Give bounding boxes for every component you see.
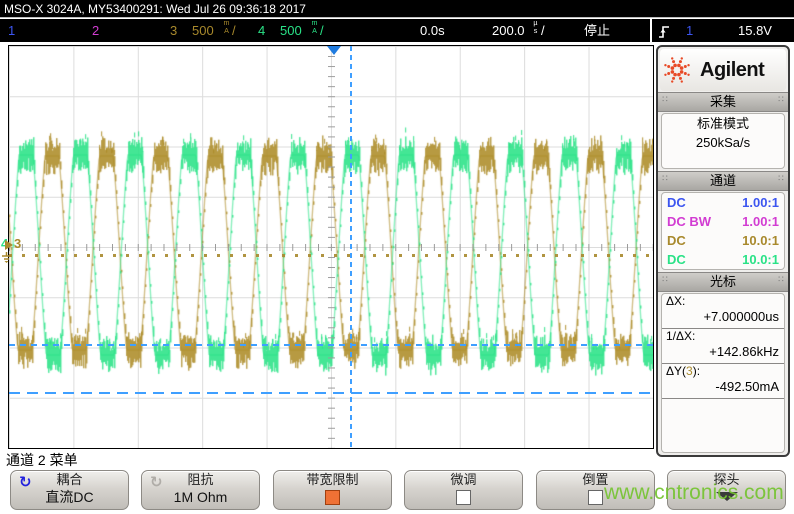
info-panel: Agilent ∷ 采集 ∷ 标准模式 250kSa/s ∷ 通道 ∷ DC1.… [656,45,790,457]
section-header-channels[interactable]: ∷ 通道 ∷ [658,171,788,191]
softkey-fine-adjust[interactable]: 微调 [404,470,523,510]
channel4-slash: / [320,19,324,42]
channel2-info-row: DC BW1.00:1 [662,212,784,231]
channel1-badge[interactable]: 1 [8,19,15,42]
x-cursor-line[interactable] [350,46,352,448]
channels-box: DC1.00:1 DC BW1.00:1 DC10.0:1 DC10.0:1 [661,192,785,270]
trigger-source: 1 [686,19,693,42]
channel4-badge[interactable]: 4 [258,19,265,42]
timebase-value[interactable]: 200.0 [492,19,525,42]
waveform-display: 4 3 [8,45,654,449]
y1-cursor-line[interactable] [9,344,653,346]
cursors-box: ΔX: +7.000000us 1/ΔX: +142.86kHz ΔY(3): … [661,293,785,453]
channel3-info-row: DC10.0:1 [662,231,784,250]
channel3-slash: / [232,19,236,42]
sample-rate: 250kSa/s [662,133,784,152]
softkey-bandwidth-limit[interactable]: 带宽限制 [273,470,392,510]
grip-icon: ∷ [661,276,669,288]
checkbox-unchecked-icon [456,490,471,505]
section-title: 采集 [710,94,736,109]
status-bar: 1 2 3 500 mA / 4 500 mA / 0.0s 200.0 µs … [0,19,794,42]
trigger-edge-icon [658,23,670,46]
channel3-ground-dotted-line [9,254,653,257]
status-divider [650,19,652,42]
cursor-dy-value: -492.50mA [662,379,784,399]
section-header-acquisition[interactable]: ∷ 采集 ∷ [658,92,788,112]
channel4-unit: mA [310,19,319,35]
channel3-unit: mA [222,19,231,35]
section-title: 光标 [710,274,736,289]
cursor-dx-value: +7.000000us [662,309,784,329]
channel3-ground-marker[interactable]: 3 [14,236,21,251]
channel2-badge[interactable]: 2 [92,19,99,42]
channel3-ground-arrow-icon [5,240,13,250]
menu-title: 通道 2 菜单 [6,450,78,470]
cursor-dy-label: ΔY(3): [662,364,784,379]
cycle-icon: ↻ [150,473,163,491]
acquisition-box: 标准模式 250kSa/s [661,113,785,169]
softkey-coupling[interactable]: ↻ 耦合 直流DC [10,470,129,510]
section-header-cursors[interactable]: ∷ 光标 ∷ [658,272,788,292]
run-state[interactable]: 停止 [584,19,610,42]
center-vertical-ticks [328,46,335,448]
trigger-position-marker[interactable] [327,46,341,55]
grip-icon: ∷ [661,96,669,108]
channel4-info-row: DC10.0:1 [662,250,784,269]
brand-logo: Agilent [660,49,786,91]
acquisition-mode: 标准模式 [662,114,784,133]
section-title: 通道 [710,173,736,188]
time-reference: 0.0s [420,19,445,42]
grip-icon: ∷ [777,276,785,288]
channel1-info-row: DC1.00:1 [662,193,784,212]
title-bar: MSO-X 3024A, MY53400291: Wed Jul 26 09:3… [0,0,794,18]
timebase-unit: µs [531,19,540,35]
cursor-dx-label: ΔX: [662,294,784,309]
ground-symbol-icon [1,250,12,268]
trigger-level: 15.8V [738,19,772,42]
softkey-label: 微调 [405,471,522,488]
cycle-icon: ↻ [19,473,32,491]
timebase-slash: / [541,19,545,42]
cursor-1dx-value: +142.86kHz [662,344,784,364]
brand-name: Agilent [700,59,764,82]
softkey-impedance[interactable]: ↻ 阻抗 1M Ohm [141,470,260,510]
grip-icon: ∷ [777,175,785,187]
channel3-scale: 500 [192,19,214,42]
grip-icon: ∷ [777,96,785,108]
grip-icon: ∷ [661,175,669,187]
channel3-badge[interactable]: 3 [170,19,177,42]
watermark: www.cntronics.com [604,481,784,505]
softkey-label: 带宽限制 [274,471,391,488]
y2-cursor-line[interactable] [9,392,653,394]
cursor-1dx-label: 1/ΔX: [662,329,784,344]
agilent-starburst-icon [660,53,694,87]
checkbox-unchecked-icon [588,490,603,505]
channel4-scale: 500 [280,19,302,42]
checkbox-checked-icon [325,490,340,505]
